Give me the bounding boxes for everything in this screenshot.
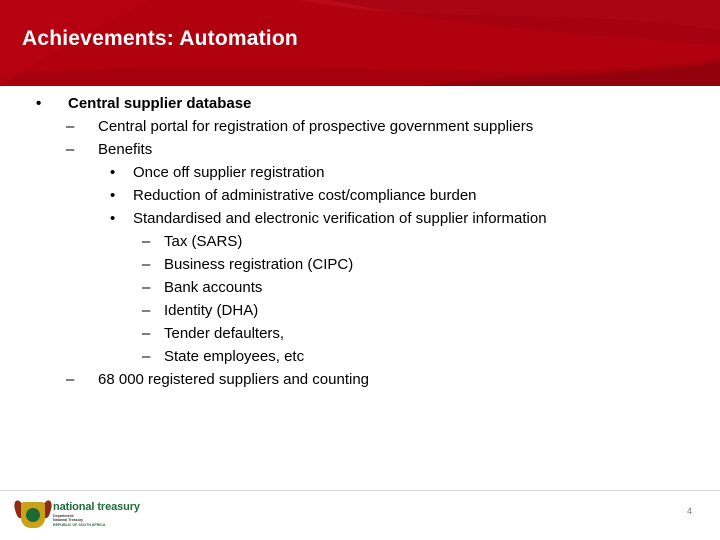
logo-republic: REPUBLIC OF SOUTH AFRICA bbox=[53, 522, 106, 527]
bullet-text: Identity (DHA) bbox=[164, 302, 259, 319]
bullet-text: Benefits bbox=[98, 141, 153, 158]
bullet-text: Bank accounts bbox=[164, 279, 263, 296]
slide-footer: national treasury Department: National T… bbox=[0, 490, 720, 540]
national-treasury-logo: national treasury Department: National T… bbox=[12, 494, 158, 536]
list-item: • Once off supplier registration bbox=[0, 161, 720, 184]
bullet-marker: – bbox=[66, 118, 75, 135]
bullet-text: 68 000 registered suppliers and counting bbox=[98, 371, 370, 388]
bullet-text: Tax (SARS) bbox=[164, 233, 243, 250]
coat-of-arms-icon bbox=[12, 498, 54, 532]
bullet-marker: – bbox=[142, 233, 151, 250]
list-item: – Identity (DHA) bbox=[0, 299, 720, 322]
bullet-marker: – bbox=[142, 325, 151, 342]
list-item: – 68 000 registered suppliers and counti… bbox=[0, 368, 720, 391]
bullet-text: Once off supplier registration bbox=[133, 164, 325, 181]
slide-body: • Central supplier database – Central po… bbox=[0, 92, 720, 391]
bullet-text: Reduction of administrative cost/complia… bbox=[133, 187, 477, 204]
logo-name: national treasury bbox=[53, 501, 140, 514]
list-item: • Central supplier database bbox=[0, 92, 720, 115]
bullet-text: Central portal for registration of prosp… bbox=[98, 118, 534, 135]
bullet-marker: – bbox=[142, 302, 151, 319]
bullet-text: Standardised and electronic verification… bbox=[133, 210, 547, 227]
bullet-marker: • bbox=[110, 164, 116, 181]
footer-divider bbox=[0, 490, 720, 491]
bullet-marker: – bbox=[142, 348, 151, 365]
bullet-text: Central supplier database bbox=[68, 95, 252, 112]
page-number: 4 bbox=[686, 506, 692, 516]
list-item: – Central portal for registration of pro… bbox=[0, 115, 720, 138]
list-item: – State employees, etc bbox=[0, 345, 720, 368]
bullet-marker: • bbox=[36, 95, 42, 112]
bullet-marker: – bbox=[142, 256, 151, 273]
bullet-marker: – bbox=[66, 371, 75, 388]
bullet-text: Business registration (CIPC) bbox=[164, 256, 354, 273]
page-title: Achievements: Automation bbox=[22, 27, 298, 50]
list-item: • Reduction of administrative cost/compl… bbox=[0, 184, 720, 207]
bullet-text: State employees, etc bbox=[164, 348, 305, 365]
bullet-marker: • bbox=[110, 210, 116, 227]
list-item: – Bank accounts bbox=[0, 276, 720, 299]
bullet-marker: – bbox=[66, 141, 75, 158]
slide: Achievements: Automation • Central suppl… bbox=[0, 0, 720, 540]
list-item: – Tender defaulters, bbox=[0, 322, 720, 345]
list-item: – Business registration (CIPC) bbox=[0, 253, 720, 276]
bullet-marker: • bbox=[110, 187, 116, 204]
list-item: – Tax (SARS) bbox=[0, 230, 720, 253]
bullet-marker: – bbox=[142, 279, 151, 296]
list-item: – Benefits bbox=[0, 138, 720, 161]
slide-header: Achievements: Automation bbox=[0, 0, 720, 86]
bullet-text: Tender defaulters, bbox=[164, 325, 285, 342]
list-item: • Standardised and electronic verificati… bbox=[0, 207, 720, 230]
